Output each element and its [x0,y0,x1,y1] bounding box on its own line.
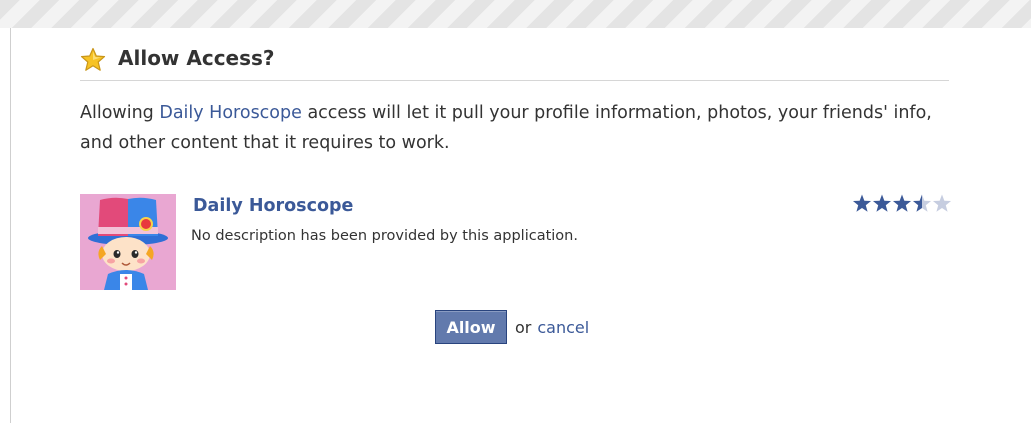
app-name-link[interactable]: Daily Horoscope [193,196,353,216]
app-description: No description has been provided by this… [191,228,578,244]
dialog-header: Allow Access? [80,40,949,81]
dialog-title: Allow Access? [118,46,275,70]
app-link[interactable]: Daily Horoscope [159,103,302,123]
rating-star [892,194,912,212]
rating-star [872,194,892,212]
allow-button[interactable]: Allow [435,310,507,344]
star-icon [80,47,106,71]
action-row: Allow or cancel [435,310,589,344]
access-description: Allowing Daily Horoscope access will let… [80,98,960,158]
rating-star [932,194,952,212]
or-text: or [515,317,532,337]
rating-stars [852,194,952,212]
app-icon[interactable] [80,194,176,290]
cancel-link[interactable]: cancel [537,318,589,337]
dialog-top-stripe [0,0,1031,28]
rating-star [852,194,872,212]
horoscope-character-icon [80,194,176,290]
rating-star [912,194,932,212]
description-prefix: Allowing [80,103,160,123]
